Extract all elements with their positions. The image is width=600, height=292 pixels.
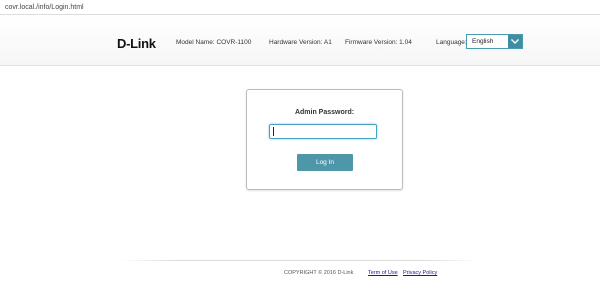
header: D-Link Model Name: COVR-1100 Hardware Ve… xyxy=(0,15,600,66)
language-select[interactable]: English xyxy=(466,34,523,49)
footer-divider xyxy=(120,260,480,261)
model-name: Model Name: COVR-1100 xyxy=(176,39,252,46)
firmware-version: Firmware Version: 1.04 xyxy=(345,39,412,46)
dlink-logo: D-Link xyxy=(117,36,156,51)
text-cursor xyxy=(273,127,274,136)
url-text: covr.local./info/Login.html xyxy=(5,4,84,11)
login-card: Admin Password: Log In xyxy=(246,89,403,190)
privacy-policy-link[interactable]: Privacy Policy xyxy=(403,270,437,276)
admin-password-label: Admin Password: xyxy=(294,109,355,116)
chevron-down-icon xyxy=(511,39,519,44)
hardware-version: Hardware Version: A1 xyxy=(269,39,332,46)
admin-password-input[interactable] xyxy=(269,124,377,139)
address-bar[interactable]: covr.local./info/Login.html xyxy=(0,0,600,15)
terms-of-use-link[interactable]: Term of Use xyxy=(368,270,398,276)
login-button[interactable]: Log In xyxy=(297,154,353,171)
dropdown-button[interactable] xyxy=(508,35,522,48)
copyright-text: COPYRIGHT © 2016 D-Link xyxy=(284,270,354,276)
language-value: English xyxy=(472,38,494,45)
language-label: Language: xyxy=(436,39,467,46)
